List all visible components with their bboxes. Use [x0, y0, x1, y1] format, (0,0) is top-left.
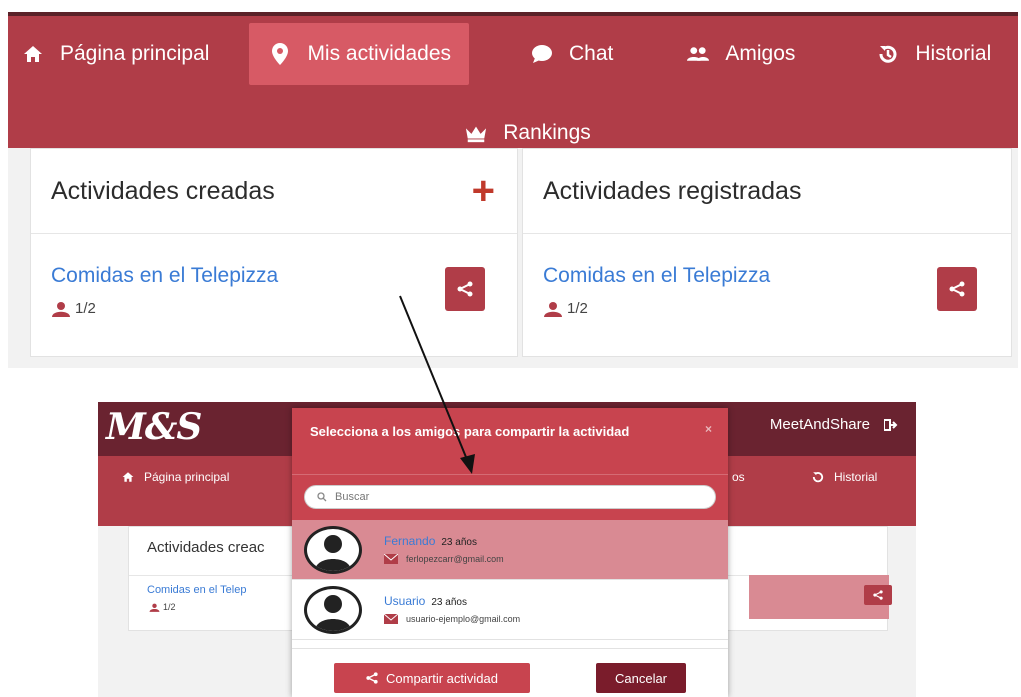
top-screenshot: Página principal Mis actividades Chat Am… [8, 12, 1018, 368]
cancel-button[interactable]: Cancelar [596, 663, 686, 693]
nav-chat-label: Chat [569, 42, 614, 65]
share-activity-button[interactable]: Compartir actividad [334, 663, 530, 693]
created-share-button[interactable] [445, 267, 485, 311]
registered-share-button[interactable] [937, 267, 977, 311]
friend-age: 23 años [441, 537, 477, 548]
main-navbar: Página principal Mis actividades Chat Am… [8, 12, 1018, 148]
share-icon [873, 590, 883, 600]
history-icon [877, 43, 899, 65]
nav-home[interactable]: Página principal [8, 23, 223, 85]
bottom-nav-partial-label: os [732, 470, 745, 484]
nav-friends-label: Amigos [725, 42, 796, 65]
add-activity-button[interactable]: + [472, 171, 495, 211]
share-icon [949, 281, 965, 297]
friend-name: Fernando [384, 534, 436, 548]
chat-icon [531, 43, 553, 65]
mail-icon [384, 614, 398, 624]
bottom-nav-home-label: Página principal [144, 470, 230, 484]
bottom-nav-history-label: Historial [834, 470, 878, 484]
home-icon [122, 472, 134, 482]
bottom-nav-home[interactable]: Página principal [122, 470, 229, 484]
user-icon [544, 301, 562, 317]
friends-icon [687, 43, 710, 65]
friend-search-input[interactable]: Buscar [304, 485, 716, 509]
map-pin-icon [269, 43, 291, 65]
bottom-card-title: Actividades creac [147, 539, 265, 556]
brand-area: MeetAndShare [770, 416, 898, 433]
cancel-label: Cancelar [614, 670, 668, 686]
nav-my-activities-label: Mis actividades [307, 42, 451, 65]
friend-age: 23 años [431, 597, 467, 608]
modal-footer: Compartir actividad Cancelar [292, 648, 728, 697]
created-activities-card: Actividades creadas + Comidas en el Tele… [30, 148, 518, 357]
modal-header: Selecciona a los amigos para compartir l… [292, 408, 728, 474]
bottom-screenshot: M&S MeetAndShare Página principal os His… [98, 402, 916, 697]
share-icon [366, 672, 378, 684]
created-activities-title: Actividades creadas [51, 176, 275, 205]
brand-name[interactable]: MeetAndShare [770, 416, 870, 433]
bottom-activity-participants: 1/2 [149, 602, 176, 612]
close-icon[interactable]: × [705, 420, 712, 439]
friend-email: ferlopezcarr@gmail.com [406, 554, 504, 564]
nav-rankings-label: Rankings [503, 121, 591, 144]
created-activity-count: 1/2 [75, 300, 96, 317]
nav-chat[interactable]: Chat [517, 23, 627, 85]
crown-icon [465, 122, 487, 144]
nav-friends[interactable]: Amigos [673, 23, 809, 85]
bottom-nav-friends-partial[interactable]: os [732, 470, 745, 484]
share-modal: Selecciona a los amigos para compartir l… [292, 408, 728, 697]
avatar [304, 526, 362, 574]
friend-list: Fernando 23 años ferlopezcarr@gmail.com … [292, 520, 728, 640]
logout-icon[interactable] [884, 418, 898, 431]
nav-my-activities[interactable]: Mis actividades [249, 23, 469, 85]
search-placeholder: Buscar [335, 491, 370, 503]
mail-icon [384, 554, 398, 564]
nav-history-label: Historial [915, 42, 992, 65]
avatar [304, 586, 362, 634]
user-icon [149, 603, 160, 612]
modal-title: Selecciona a los amigos para compartir l… [310, 424, 630, 439]
history-icon [812, 472, 824, 483]
registered-activity-count: 1/2 [567, 300, 588, 317]
bottom-share-button[interactable] [864, 585, 892, 605]
registered-activities-card: Actividades registradas Comidas en el Te… [522, 148, 1012, 357]
friend-item-fernando[interactable]: Fernando 23 años ferlopezcarr@gmail.com [292, 520, 728, 580]
friend-email: usuario-ejemplo@gmail.com [406, 614, 521, 624]
bottom-nav-history[interactable]: Historial [812, 470, 877, 484]
friend-item-usuario[interactable]: Usuario 23 años usuario-ejemplo@gmail.co… [292, 580, 728, 640]
friend-name: Usuario [384, 594, 426, 608]
share-activity-label: Compartir actividad [386, 670, 498, 686]
nav-history[interactable]: Historial [863, 23, 1005, 85]
modal-search-area: Buscar [292, 474, 728, 520]
app-logo[interactable]: M&S [106, 406, 202, 448]
bottom-activity-link[interactable]: Comidas en el Telep [147, 584, 246, 596]
registered-activities-title: Actividades registradas [543, 176, 802, 205]
home-icon [22, 43, 44, 65]
nav-home-label: Página principal [60, 42, 210, 65]
user-icon [52, 301, 70, 317]
search-icon [317, 492, 327, 502]
share-icon [457, 281, 473, 297]
bottom-activity-count: 1/2 [163, 602, 176, 612]
